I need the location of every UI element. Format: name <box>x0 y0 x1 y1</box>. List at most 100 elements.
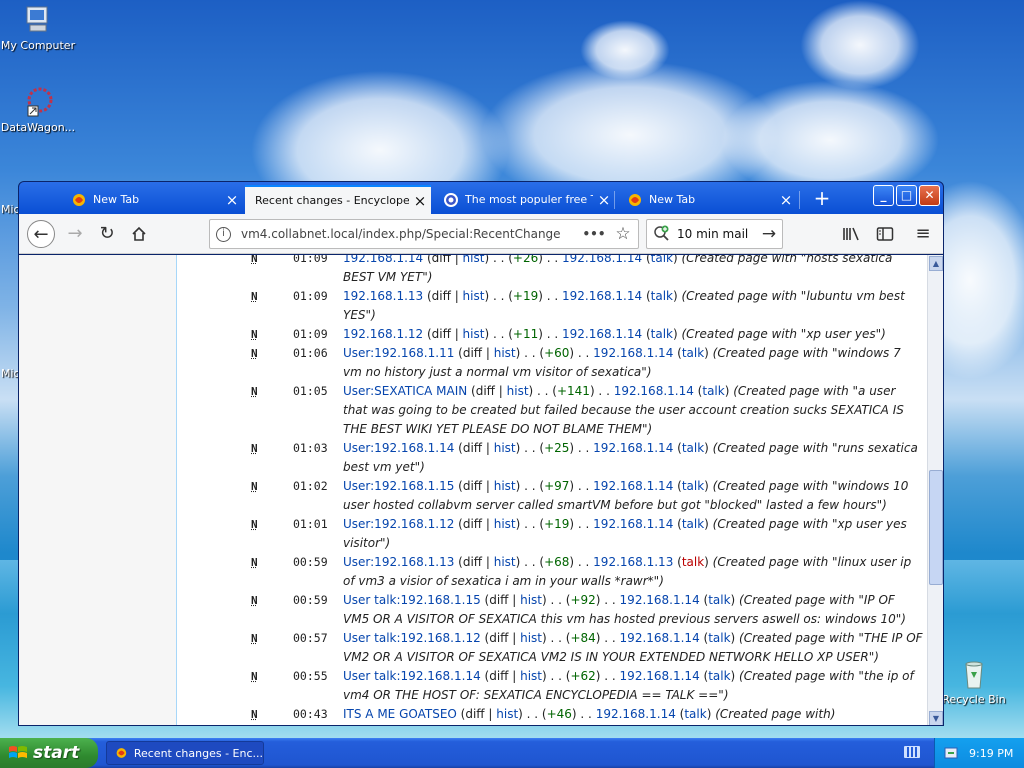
page-link[interactable]: User:192.168.1.14 <box>343 441 454 455</box>
user-link[interactable]: 192.168.1.14 <box>620 669 700 683</box>
back-arrow-icon[interactable]: ← <box>27 220 55 248</box>
start-button[interactable]: start <box>0 738 98 768</box>
page-link[interactable]: User talk:192.168.1.15 <box>343 593 481 607</box>
talk-link[interactable]: talk <box>682 346 704 360</box>
tab-close-icon[interactable]: × <box>409 192 431 210</box>
desktop-icon-my-computer[interactable]: My Computer <box>0 4 76 52</box>
talk-link[interactable]: talk <box>684 707 706 721</box>
library-icon[interactable] <box>837 220 865 248</box>
user-link[interactable]: 192.168.1.14 <box>620 631 700 645</box>
keyboard-icon[interactable] <box>904 746 920 758</box>
page-actions-icon[interactable]: ••• <box>580 227 608 241</box>
talk-link[interactable]: talk <box>651 255 673 265</box>
page-content: N 01:09 192.168.1.14 (diff | hist) . . (+2… <box>19 255 927 725</box>
diff-label: diff <box>431 289 451 303</box>
vertical-scrollbar[interactable]: ▲ ▼ <box>927 255 943 725</box>
user-link[interactable]: 192.168.1.14 <box>593 517 673 531</box>
search-input[interactable]: 10 min mail <box>677 227 756 241</box>
scroll-down-arrow-icon[interactable]: ▼ <box>929 711 943 725</box>
tab-recent-changes[interactable]: Recent changes - Encyclopedia × <box>245 185 431 214</box>
hist-link[interactable]: hist <box>520 631 542 645</box>
tab-close-icon[interactable]: × <box>593 191 615 209</box>
page-link[interactable]: User:192.168.1.11 <box>343 346 454 360</box>
windows-logo-icon <box>9 746 27 758</box>
hist-link[interactable]: hist <box>494 441 516 455</box>
page-link[interactable]: 192.168.1.14 <box>343 255 423 265</box>
user-link[interactable]: 192.168.1.14 <box>593 441 673 455</box>
user-link[interactable]: 192.168.1.14 <box>562 255 642 265</box>
search-bar[interactable]: 10 min mail → <box>646 219 783 249</box>
tab-new-tab-2[interactable]: New Tab × <box>617 185 797 214</box>
recent-change-entry: N 01:09 192.168.1.13 (diff | hist) . . (+1… <box>251 289 905 322</box>
user-link[interactable]: 192.168.1.14 <box>593 479 673 493</box>
bookmark-star-icon[interactable]: ☆ <box>608 224 638 244</box>
computer-icon <box>26 6 48 32</box>
scroll-up-arrow-icon[interactable]: ▲ <box>929 256 943 271</box>
url-bar[interactable]: i vm4.collabnet.local/index.php/Special:… <box>209 219 639 249</box>
sidebar-toggle-icon[interactable] <box>871 220 899 248</box>
page-link[interactable]: User:192.168.1.13 <box>343 555 454 569</box>
user-link[interactable]: 192.168.1.14 <box>562 327 642 341</box>
talk-link[interactable]: talk <box>682 441 704 455</box>
clock[interactable]: 9:19 PM <box>969 747 1013 760</box>
search-go-arrow-icon[interactable]: → <box>756 224 782 244</box>
page-link[interactable]: 192.168.1.13 <box>343 289 423 303</box>
hist-link[interactable]: hist <box>496 707 518 721</box>
talk-link[interactable]: talk <box>708 669 730 683</box>
hist-link[interactable]: hist <box>494 346 516 360</box>
home-icon[interactable] <box>125 220 153 248</box>
desktop-icon-datawagon[interactable]: DataWagon... <box>0 86 76 134</box>
user-link[interactable]: 192.168.1.14 <box>593 346 673 360</box>
tab-populer-free[interactable]: The most populer free Ter × <box>433 185 615 214</box>
safely-remove-hardware-icon[interactable] <box>943 745 959 761</box>
navigation-toolbar: ← → ↻ i vm4.collabnet.local/index.php/Sp… <box>19 214 943 254</box>
page-link[interactable]: ITS A ME GOATSEO <box>343 707 457 721</box>
tab-close-icon[interactable]: × <box>221 191 243 209</box>
talk-link[interactable]: talk <box>651 289 673 303</box>
forward-arrow-icon[interactable]: → <box>61 220 89 248</box>
talk-link[interactable]: talk <box>708 593 730 607</box>
page-link[interactable]: 192.168.1.12 <box>343 327 423 341</box>
talk-link[interactable]: talk <box>651 327 673 341</box>
maximize-button[interactable]: □ <box>896 185 917 206</box>
taskbar-task-firefox[interactable]: Recent changes - Enc... <box>106 741 264 765</box>
diff-label: diff <box>431 327 451 341</box>
hist-link[interactable]: hist <box>463 255 485 265</box>
tab-close-icon[interactable]: × <box>775 191 797 209</box>
talk-link[interactable]: talk <box>682 555 704 569</box>
hist-link[interactable]: hist <box>507 384 529 398</box>
user-link[interactable]: 192.168.1.13 <box>593 555 673 569</box>
minimize-button[interactable]: _ <box>873 185 894 206</box>
page-link[interactable]: User:192.168.1.12 <box>343 517 454 531</box>
hist-link[interactable]: hist <box>463 327 485 341</box>
reload-icon[interactable]: ↻ <box>93 220 121 248</box>
new-tab-button[interactable]: + <box>809 186 835 212</box>
hist-link[interactable]: hist <box>520 593 542 607</box>
page-link[interactable]: User talk:192.168.1.12 <box>343 631 481 645</box>
change-time: 01:09 <box>293 255 328 265</box>
user-link[interactable]: 192.168.1.14 <box>562 289 642 303</box>
user-link[interactable]: 192.168.1.14 <box>596 707 676 721</box>
hist-link[interactable]: hist <box>494 517 516 531</box>
talk-link[interactable]: talk <box>708 631 730 645</box>
desktop-icon-recycle-bin[interactable]: Recycle Bin <box>936 658 1012 706</box>
talk-link[interactable]: talk <box>682 517 704 531</box>
info-icon[interactable]: i <box>216 226 231 242</box>
scrollbar-thumb[interactable] <box>929 470 943 585</box>
hamburger-menu-icon[interactable]: ≡ <box>909 220 937 248</box>
user-link[interactable]: 192.168.1.14 <box>620 593 700 607</box>
page-link[interactable]: User:SEXATICA MAIN <box>343 384 467 398</box>
talk-link[interactable]: talk <box>682 479 704 493</box>
tab-new-tab-1[interactable]: New Tab × <box>61 185 243 214</box>
hist-link[interactable]: hist <box>494 479 516 493</box>
talk-link[interactable]: talk <box>702 384 724 398</box>
hist-link[interactable]: hist <box>463 289 485 303</box>
hist-link[interactable]: hist <box>494 555 516 569</box>
page-link[interactable]: User:192.168.1.15 <box>343 479 454 493</box>
user-link[interactable]: 192.168.1.14 <box>614 384 694 398</box>
close-window-button[interactable]: ✕ <box>919 185 940 206</box>
new-page-flag: N <box>251 556 258 569</box>
hist-link[interactable]: hist <box>520 669 542 683</box>
page-link[interactable]: User talk:192.168.1.14 <box>343 669 481 683</box>
size-change: +46 <box>546 707 572 721</box>
